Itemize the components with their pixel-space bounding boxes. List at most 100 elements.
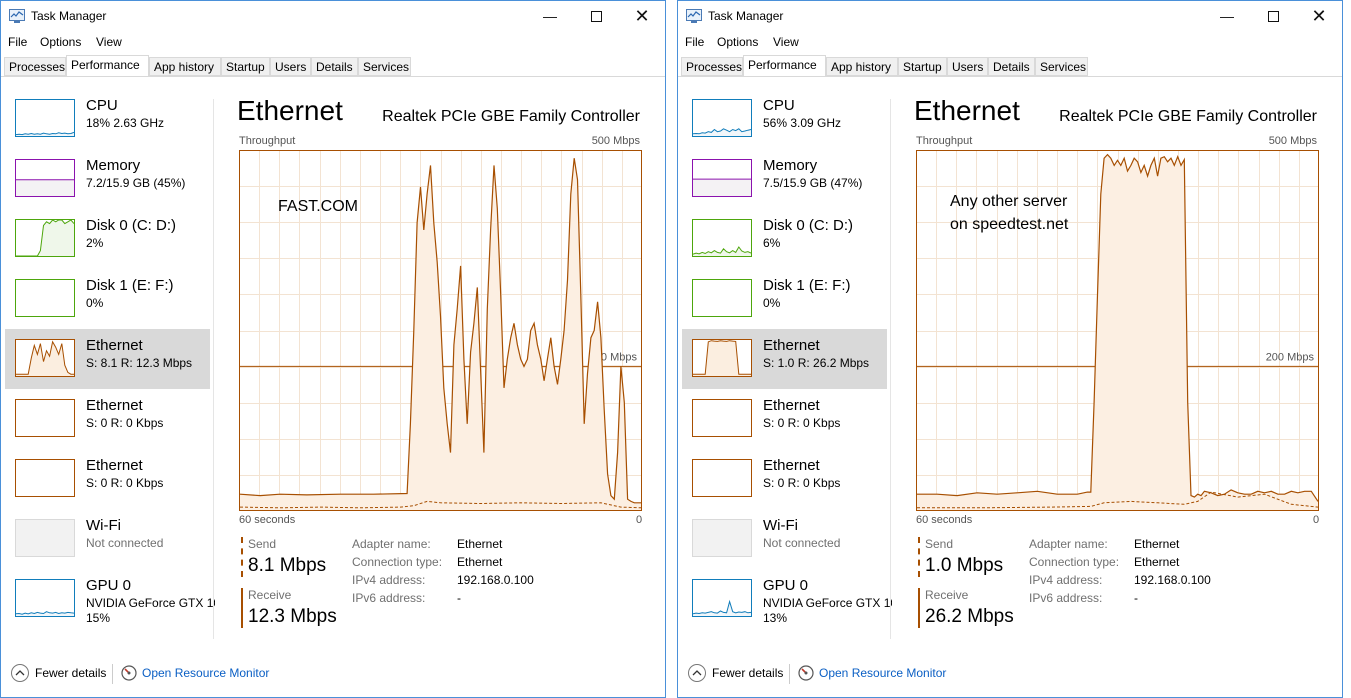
title-bar[interactable]: Task Manager — ✕ <box>678 1 1342 31</box>
window-title: Task Manager <box>708 9 784 23</box>
menu-bar: File Options View <box>1 32 665 52</box>
sidebar-item-usage: 13% <box>763 611 788 625</box>
open-resource-monitor-link[interactable]: Open Resource Monitor <box>142 666 269 680</box>
annotation-text: FAST.COM <box>278 195 358 218</box>
sidebar-item-detail: S: 8.1 R: 12.3 Mbps <box>86 356 193 370</box>
chevron-up-icon[interactable] <box>688 664 706 682</box>
sidebar-item-ethernet-active[interactable]: Ethernet S: 1.0 R: 26.2 Mbps <box>682 329 887 389</box>
send-legend-marker <box>241 537 243 577</box>
tab-processes[interactable]: Processes <box>681 57 743 76</box>
menu-file[interactable]: File <box>685 35 704 49</box>
sidebar-item-detail: 6% <box>763 236 781 250</box>
menu-options[interactable]: Options <box>40 35 81 49</box>
task-manager-app-icon <box>9 9 25 23</box>
chevron-up-icon[interactable] <box>11 664 29 682</box>
fewer-details-link[interactable]: Fewer details <box>35 666 106 680</box>
sidebar-item-gpu[interactable]: GPU 0 NVIDIA GeForce GTX 1060 13% <box>682 569 892 629</box>
sidebar-item-detail: NVIDIA GeForce GTX 1060 <box>86 596 215 610</box>
close-icon: ✕ <box>634 5 650 26</box>
property-row: Adapter name: Ethernet <box>1029 537 1329 555</box>
tab-services[interactable]: Services <box>1035 57 1088 76</box>
sidebar-item-disk-1[interactable]: Disk 1 (E: F:) 0% <box>682 269 887 329</box>
sidebar-item-detail: S: 0 R: 0 Kbps <box>763 476 841 490</box>
tab-details[interactable]: Details <box>311 57 358 76</box>
sidebar-item-disk-0[interactable]: Disk 0 (C: D:) 2% <box>5 209 210 269</box>
property-row: IPv4 address: 192.168.0.100 <box>1029 573 1329 591</box>
annotation-text: Any other server on speedtest.net <box>950 190 1068 236</box>
sidebar-item-cpu[interactable]: CPU 56% 3.09 GHz <box>682 89 887 149</box>
menu-file[interactable]: File <box>8 35 27 49</box>
send-value: 8.1 Mbps <box>248 555 327 576</box>
cpu-thumbnail-graph <box>15 99 75 137</box>
sidebar-item-ethernet-2[interactable]: Ethernet S: 0 R: 0 Kbps <box>682 389 887 449</box>
sidebar-item-ethernet-3[interactable]: Ethernet S: 0 R: 0 Kbps <box>5 449 210 509</box>
sidebar-item-wifi[interactable]: Wi-Fi Not connected <box>682 509 887 569</box>
receive-value: 26.2 Mbps <box>925 606 1014 627</box>
sidebar-item-detail: 7.5/15.9 GB (47%) <box>763 176 863 190</box>
tab-users[interactable]: Users <box>270 57 311 76</box>
wifi-thumbnail-graph <box>692 519 752 557</box>
sidebar-item-ethernet-3[interactable]: Ethernet S: 0 R: 0 Kbps <box>682 449 887 509</box>
tab-app-history[interactable]: App history <box>149 57 221 76</box>
tab-startup[interactable]: Startup <box>898 57 947 76</box>
sidebar-item-ethernet-active[interactable]: Ethernet S: 8.1 R: 12.3 Mbps <box>5 329 210 389</box>
footer-bar: Fewer details Open Resource Monitor <box>1 661 665 689</box>
tab-app-history[interactable]: App history <box>826 57 898 76</box>
receive-label: Receive <box>248 588 292 602</box>
menu-view[interactable]: View <box>773 35 799 49</box>
sidebar-item-disk-0[interactable]: Disk 0 (C: D:) 6% <box>682 209 887 269</box>
sidebar-item-ethernet-2[interactable]: Ethernet S: 0 R: 0 Kbps <box>5 389 210 449</box>
tab-details[interactable]: Details <box>988 57 1035 76</box>
property-key: IPv4 address: <box>352 573 426 587</box>
property-value: - <box>1134 591 1138 605</box>
annotation-line: FAST.COM <box>278 198 359 215</box>
close-icon: ✕ <box>1311 5 1327 26</box>
receive-legend-marker <box>241 588 243 628</box>
adapter-properties: Adapter name: Ethernet Connection type: Et… <box>1029 537 1329 609</box>
tab-performance[interactable]: Performance <box>743 55 826 77</box>
sidebar-item-memory[interactable]: Memory 7.5/15.9 GB (47%) <box>682 149 887 209</box>
sidebar-item-memory[interactable]: Memory 7.2/15.9 GB (45%) <box>5 149 210 209</box>
sidebar-item-disk-1[interactable]: Disk 1 (E: F:) 0% <box>5 269 210 329</box>
maximize-button[interactable] <box>1250 1 1296 31</box>
disk1-thumbnail-graph <box>15 279 75 317</box>
tab-performance[interactable]: Performance <box>66 55 149 77</box>
resource-monitor-icon[interactable] <box>798 665 814 681</box>
sidebar-item-cpu[interactable]: CPU 18% 2.63 GHz <box>5 89 210 149</box>
property-value: Ethernet <box>1134 537 1180 551</box>
resource-monitor-icon[interactable] <box>121 665 137 681</box>
max-scale-label: 500 Mbps <box>591 135 640 147</box>
sidebar-item-usage: 15% <box>86 611 111 625</box>
property-value: 192.168.0.100 <box>1134 573 1211 587</box>
minimize-button[interactable]: — <box>527 1 573 31</box>
tab-services[interactable]: Services <box>358 57 411 76</box>
sparkline-fill <box>693 179 751 196</box>
close-button[interactable]: ✕ <box>1296 1 1342 31</box>
open-resource-monitor-link[interactable]: Open Resource Monitor <box>819 666 946 680</box>
menu-options[interactable]: Options <box>717 35 758 49</box>
footer-bar: Fewer details Open Resource Monitor <box>678 661 1342 689</box>
sidebar-item-wifi[interactable]: Wi-Fi Not connected <box>5 509 210 569</box>
tab-processes[interactable]: Processes <box>4 57 66 76</box>
minimize-button[interactable]: — <box>1204 1 1250 31</box>
task-manager-app-icon <box>686 9 702 23</box>
tab-users[interactable]: Users <box>947 57 988 76</box>
ethernet-thumbnail-graph <box>692 459 752 497</box>
property-value: Ethernet <box>1134 555 1180 569</box>
title-bar[interactable]: Task Manager — ✕ <box>1 1 665 31</box>
sidebar-separator <box>213 99 214 639</box>
sidebar-item-detail: S: 0 R: 0 Kbps <box>86 416 164 430</box>
sidebar-separator <box>890 99 891 639</box>
sidebar-item-gpu[interactable]: GPU 0 NVIDIA GeForce GTX 1060 15% <box>5 569 215 629</box>
property-key: IPv6 address: <box>352 591 426 605</box>
fewer-details-link[interactable]: Fewer details <box>712 666 783 680</box>
tab-startup[interactable]: Startup <box>221 57 270 76</box>
close-button[interactable]: ✕ <box>619 1 665 31</box>
menu-view[interactable]: View <box>96 35 122 49</box>
adapter-name-heading: Realtek PCIe GBE Family Controller <box>1059 108 1317 125</box>
window-title: Task Manager <box>31 9 107 23</box>
receive-value: 12.3 Mbps <box>248 606 337 627</box>
sidebar-item-name: GPU 0 <box>763 577 809 594</box>
sidebar-item-name: CPU <box>763 97 795 114</box>
maximize-button[interactable] <box>573 1 619 31</box>
